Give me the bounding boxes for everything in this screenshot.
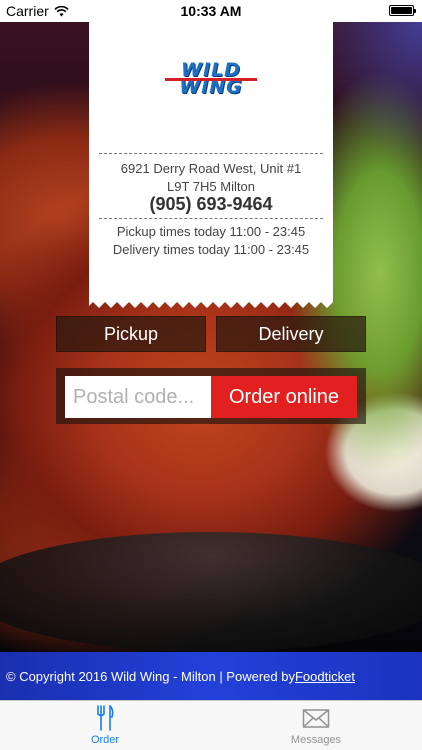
footer: © Copyright 2016 Wild Wing - Milton | Po…: [0, 652, 422, 700]
battery-icon: [389, 5, 416, 16]
plate: [0, 532, 422, 652]
status-bar: Carrier 10:33 AM: [0, 0, 422, 22]
divider: [99, 218, 323, 219]
delivery-button[interactable]: Delivery: [216, 316, 366, 352]
delivery-times: Delivery times today 11:00 - 23:45: [112, 242, 310, 257]
store-info-receipt: WILD WING 6921 Derry Road West, Unit #1 …: [89, 22, 333, 302]
tab-bar: Order Messages: [0, 700, 422, 750]
copyright-text: © Copyright 2016 Wild Wing - Milton | Po…: [6, 668, 295, 684]
tab-order-label: Order: [90, 734, 120, 746]
receipt-zigzag-edge: [89, 300, 333, 308]
envelope-icon: [302, 709, 330, 728]
postal-code-input[interactable]: [65, 376, 212, 418]
order-form: Order online: [56, 368, 366, 424]
tab-messages[interactable]: Messages: [256, 705, 376, 746]
order-online-button[interactable]: Order online: [211, 376, 357, 418]
address-line1: 6921 Derry Road West, Unit #1: [120, 161, 302, 176]
pickup-button[interactable]: Pickup: [56, 316, 206, 352]
logo-text-bottom: WING: [179, 76, 243, 98]
address-line2: L9T 7H5 Milton: [167, 179, 255, 194]
divider: [99, 153, 323, 154]
tab-messages-label: Messages: [290, 734, 342, 746]
clock: 10:33 AM: [180, 3, 242, 19]
wild-wing-logo: WILD WING: [89, 61, 333, 98]
tab-order[interactable]: Order: [45, 705, 165, 746]
foodticket-link[interactable]: Foodticket: [295, 669, 355, 684]
phone-number[interactable]: (905) 693-9464: [89, 194, 333, 215]
pickup-times: Pickup times today 11:00 - 23:45: [116, 224, 306, 239]
cutlery-icon: [97, 705, 114, 731]
